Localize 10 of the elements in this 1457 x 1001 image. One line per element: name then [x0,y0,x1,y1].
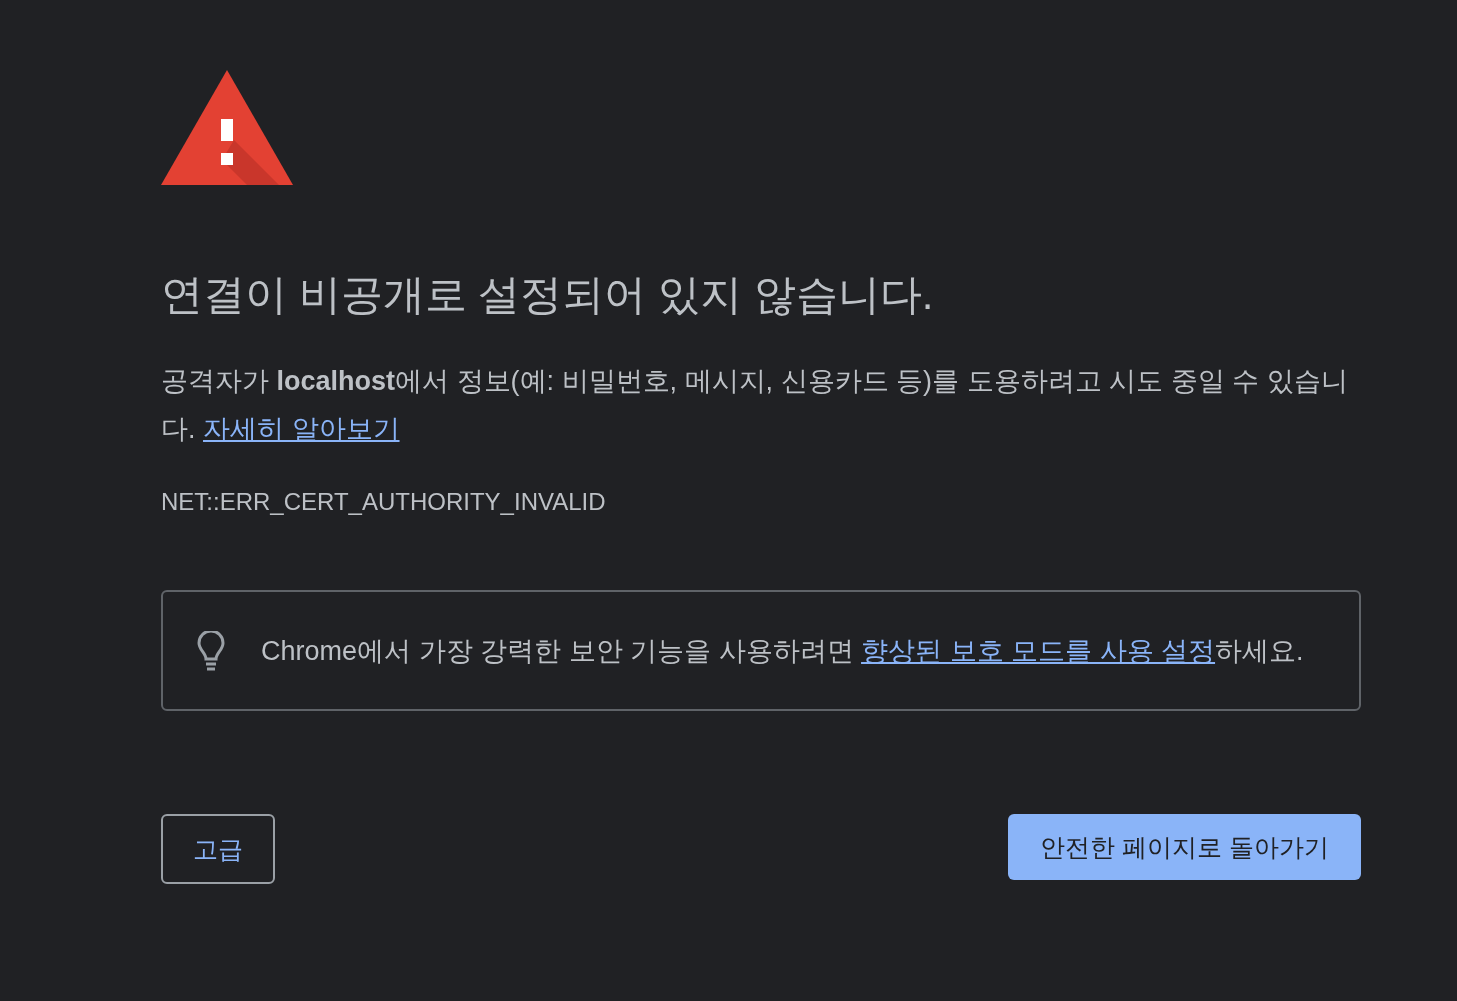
page-heading: 연결이 비공개로 설정되어 있지 않습니다. [161,270,934,320]
advanced-button[interactable]: 고급 [161,814,275,884]
warning-icon [161,70,293,185]
error-code: NET::ERR_CERT_AUTHORITY_INVALID [161,487,606,517]
warning-message: 공격자가 localhost에서 정보(예: 비밀번호, 메시지, 신용카드 등)를 도용하려고 시도 중일 수 있습니다. 자세히 알아보기 [161,365,1349,446]
lightbulb-icon [197,630,225,671]
enhanced-protection-link[interactable]: 향상된 보호 모드를 사용 설정 [861,635,1216,666]
back-to-safety-button[interactable]: 안전한 페이지로 돌아가기 [1008,814,1361,880]
tip-message: Chrome에서 가장 강력한 보안 기능을 사용하려면 향상된 보호 모드를 사용 설정하세요. [261,634,1304,668]
learn-more-link[interactable]: 자세히 알아보기 [203,414,400,444]
